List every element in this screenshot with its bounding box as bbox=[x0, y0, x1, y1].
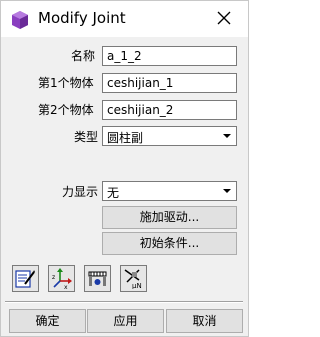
edit-properties-icon bbox=[15, 270, 35, 288]
body2-label: 第2个物体 bbox=[38, 103, 94, 117]
friction-button[interactable]: μN bbox=[120, 265, 147, 292]
type-label: 类型 bbox=[74, 130, 99, 144]
coordinate-axes-icon: z x bbox=[52, 268, 72, 289]
footer-divider bbox=[5, 301, 243, 303]
impose-motion-button[interactable]: 施加驱动... bbox=[102, 206, 237, 229]
joint-bracket-button[interactable] bbox=[84, 265, 111, 292]
ok-button[interactable]: 确定 bbox=[9, 309, 86, 333]
close-icon[interactable] bbox=[215, 9, 233, 27]
initial-conditions-button[interactable]: 初始条件... bbox=[102, 232, 237, 255]
modify-joint-dialog: Modify Joint 名称 a_1_2 第1个物体 ceshijian_1 … bbox=[0, 0, 249, 337]
name-label: 名称 bbox=[71, 49, 96, 63]
name-field[interactable]: a_1_2 bbox=[102, 46, 237, 66]
friction-mu-text: μN bbox=[132, 282, 142, 289]
svg-text:z: z bbox=[52, 274, 55, 281]
friction-mu-icon: μN bbox=[124, 269, 142, 289]
chevron-down-icon[interactable] bbox=[219, 182, 236, 200]
edit-properties-button[interactable] bbox=[12, 265, 39, 292]
title-bar[interactable]: Modify Joint bbox=[1, 1, 248, 37]
force-display-value: 无 bbox=[107, 186, 120, 200]
svg-text:x: x bbox=[64, 284, 68, 289]
apply-button[interactable]: 应用 bbox=[87, 309, 164, 333]
force-display-select[interactable]: 无 bbox=[102, 181, 237, 201]
cancel-button[interactable]: 取消 bbox=[166, 309, 243, 333]
joint-bracket-icon bbox=[88, 271, 107, 286]
type-select[interactable]: 圆柱副 bbox=[102, 126, 237, 146]
force-display-label: 力显示 bbox=[62, 185, 99, 199]
dialog-body: 名称 a_1_2 第1个物体 ceshijian_1 第2个物体 ceshiji… bbox=[1, 37, 248, 336]
app-icon bbox=[12, 11, 28, 29]
body1-label: 第1个物体 bbox=[38, 76, 94, 90]
chevron-down-icon[interactable] bbox=[219, 127, 236, 145]
window-title: Modify Joint bbox=[38, 9, 126, 27]
coordinate-axes-button[interactable]: z x bbox=[48, 265, 75, 292]
type-select-value: 圆柱副 bbox=[107, 131, 144, 145]
body2-field[interactable]: ceshijian_2 bbox=[102, 100, 237, 120]
body1-field[interactable]: ceshijian_1 bbox=[102, 73, 237, 93]
